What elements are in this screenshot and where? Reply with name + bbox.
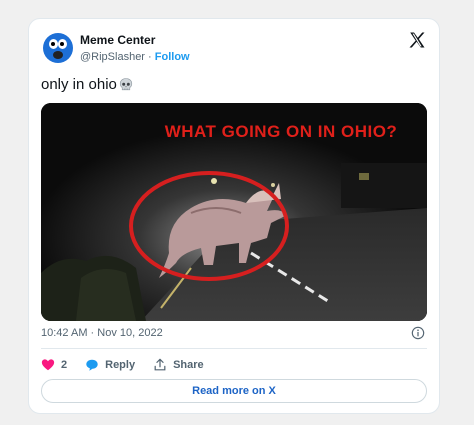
- like-button[interactable]: 2: [41, 358, 67, 372]
- media-caption: WHAT GOING ON IN OHIO?: [165, 122, 398, 141]
- read-more-button[interactable]: Read more on X: [41, 379, 427, 403]
- avatar[interactable]: [43, 33, 73, 63]
- reply-bubble-icon: [86, 359, 98, 371]
- separator-dot: ·: [148, 51, 152, 63]
- x-logo-icon[interactable]: [408, 31, 426, 49]
- info-icon[interactable]: [411, 326, 425, 340]
- reply-button[interactable]: Reply: [85, 358, 135, 372]
- tweet-card: Meme Center @RipSlasher · Follow only in…: [28, 18, 440, 414]
- tweet-text: only in ohio: [41, 76, 117, 93]
- timestamp[interactable]: 10:42 AM · Nov 10, 2022: [41, 327, 163, 339]
- author-handle[interactable]: @RipSlasher: [80, 51, 145, 63]
- follow-button[interactable]: Follow: [155, 51, 190, 63]
- share-button[interactable]: Share: [153, 358, 204, 372]
- action-bar: 2 Reply Share: [41, 358, 222, 372]
- share-icon: [154, 358, 166, 371]
- tweet-text-row: only in ohio: [41, 76, 134, 93]
- divider: [41, 348, 427, 349]
- author-meta: @RipSlasher · Follow: [80, 51, 190, 63]
- author-name[interactable]: Meme Center: [80, 33, 155, 47]
- share-label: Share: [173, 359, 204, 371]
- like-count: 2: [61, 359, 68, 371]
- tweet-media-image[interactable]: WHAT GOING ON IN OHIO?: [41, 103, 427, 321]
- heart-icon: [41, 359, 55, 371]
- skull-icon: [119, 77, 132, 90]
- reply-label: Reply: [105, 359, 136, 371]
